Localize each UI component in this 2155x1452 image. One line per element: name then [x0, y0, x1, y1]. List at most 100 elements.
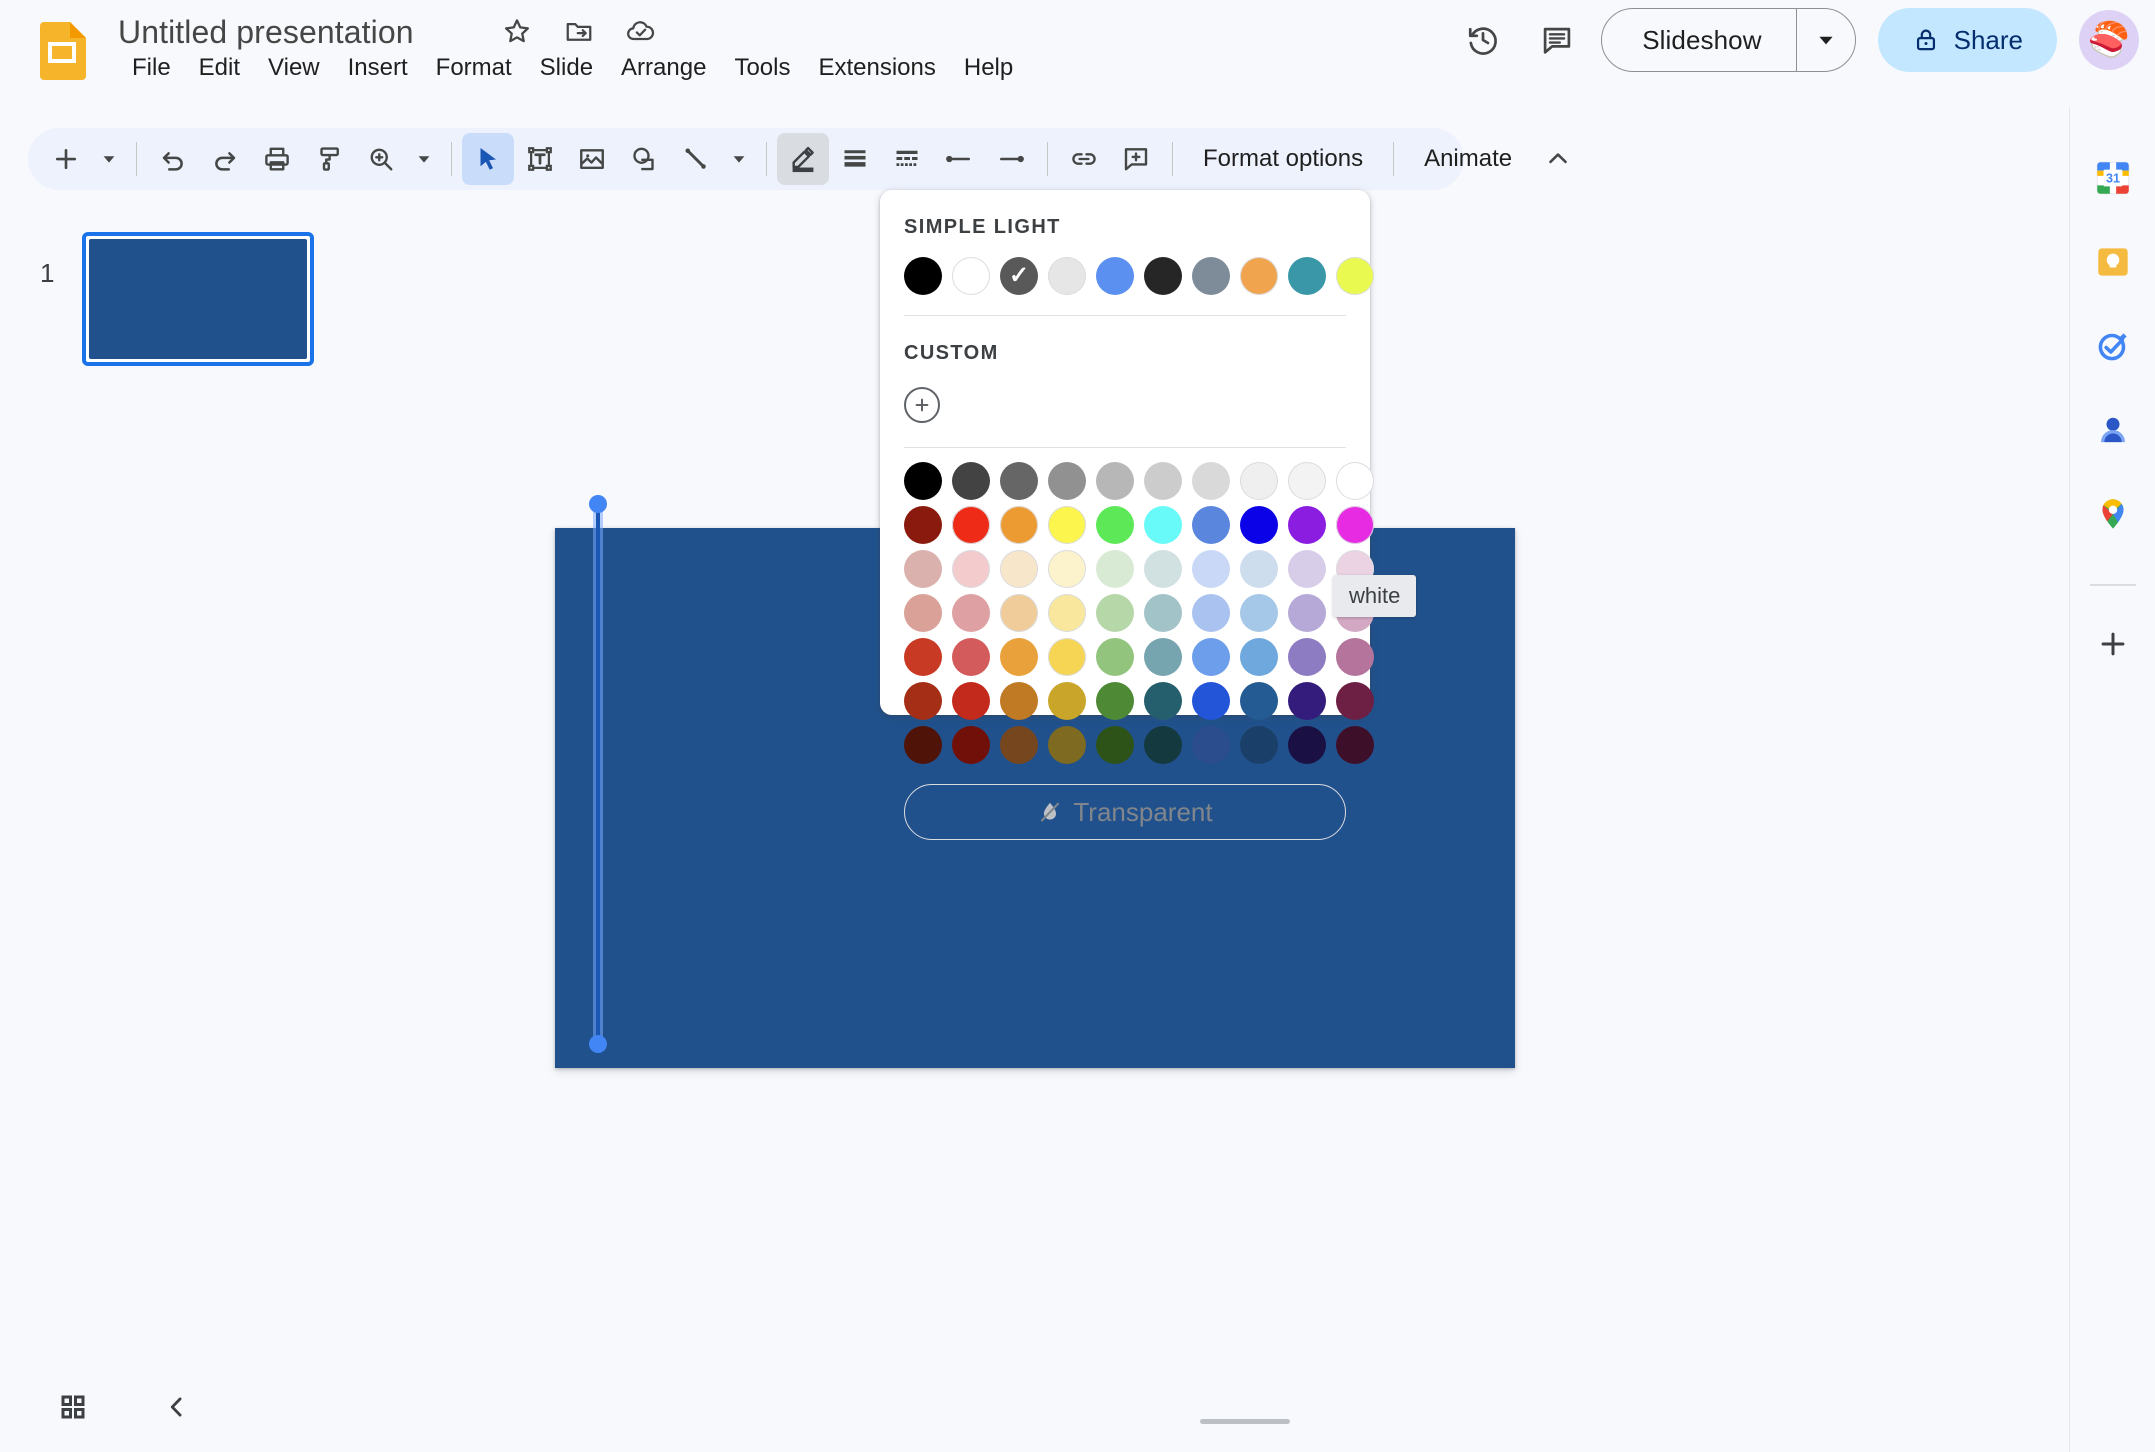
color-swatch-r1-c4[interactable]	[1096, 506, 1134, 544]
line-handle-bottom[interactable]	[589, 1035, 607, 1053]
color-swatch-r0-c4[interactable]	[1096, 462, 1134, 500]
color-swatch-r5-c2[interactable]	[1000, 682, 1038, 720]
paint-format-icon[interactable]	[303, 133, 355, 185]
version-history-icon[interactable]	[1453, 10, 1513, 70]
grid-view-icon[interactable]	[46, 1380, 100, 1434]
zoom-dropdown-icon[interactable]	[407, 133, 441, 185]
zoom-icon[interactable]	[355, 133, 407, 185]
color-swatch-r0-c3[interactable]	[1048, 462, 1086, 500]
theme-swatch-0[interactable]	[904, 257, 942, 295]
color-swatch-r2-c8[interactable]	[1288, 550, 1326, 588]
color-swatch-r5-c8[interactable]	[1288, 682, 1326, 720]
color-swatch-r5-c3[interactable]	[1048, 682, 1086, 720]
color-swatch-r2-c2[interactable]	[1000, 550, 1038, 588]
border-weight-icon[interactable]	[829, 133, 881, 185]
select-tool-icon[interactable]	[462, 133, 514, 185]
line-handle-top[interactable]	[589, 495, 607, 513]
filmstrip-slide-1[interactable]: 1	[40, 232, 314, 366]
collapse-filmstrip-icon[interactable]	[150, 1380, 204, 1434]
add-comment-icon[interactable]	[1110, 133, 1162, 185]
color-swatch-r0-c9[interactable]	[1336, 462, 1374, 500]
move-to-folder-icon[interactable]	[562, 14, 596, 48]
menu-file[interactable]: File	[118, 46, 185, 90]
transparent-button[interactable]: Transparent	[904, 784, 1346, 840]
color-swatch-r6-c2[interactable]	[1000, 726, 1038, 764]
panel-resize-handle[interactable]	[1200, 1419, 1290, 1424]
redo-icon[interactable]	[199, 133, 251, 185]
slide-thumbnail-selected[interactable]	[82, 232, 314, 366]
line-end-icon[interactable]	[985, 133, 1037, 185]
color-swatch-r6-c0[interactable]	[904, 726, 942, 764]
color-swatch-r4-c5[interactable]	[1144, 638, 1182, 676]
color-swatch-r1-c9[interactable]	[1336, 506, 1374, 544]
color-swatch-r4-c7[interactable]	[1240, 638, 1278, 676]
color-swatch-r0-c6[interactable]	[1192, 462, 1230, 500]
color-swatch-r3-c1[interactable]	[952, 594, 990, 632]
new-slide-icon[interactable]	[40, 133, 92, 185]
color-swatch-r1-c6[interactable]	[1192, 506, 1230, 544]
color-swatch-r2-c1[interactable]	[952, 550, 990, 588]
format-options-button[interactable]: Format options	[1183, 133, 1383, 185]
google-tasks-icon[interactable]	[2085, 318, 2141, 374]
google-maps-icon[interactable]	[2085, 486, 2141, 542]
color-swatch-r2-c6[interactable]	[1192, 550, 1230, 588]
color-swatch-r3-c2[interactable]	[1000, 594, 1038, 632]
textbox-icon[interactable]	[514, 133, 566, 185]
avatar[interactable]: 🍣	[2079, 10, 2139, 70]
color-swatch-r5-c4[interactable]	[1096, 682, 1134, 720]
color-swatch-r2-c3[interactable]	[1048, 550, 1086, 588]
color-swatch-r1-c5[interactable]	[1144, 506, 1182, 544]
color-swatch-r0-c7[interactable]	[1240, 462, 1278, 500]
color-swatch-r3-c3[interactable]	[1048, 594, 1086, 632]
star-icon[interactable]	[500, 14, 534, 48]
custom-color-add-icon[interactable]	[904, 387, 940, 423]
color-swatch-r4-c0[interactable]	[904, 638, 942, 676]
menu-arrange[interactable]: Arrange	[607, 46, 720, 90]
menu-format[interactable]: Format	[422, 46, 526, 90]
theme-swatch-8[interactable]	[1288, 257, 1326, 295]
color-swatch-r1-c0[interactable]	[904, 506, 942, 544]
color-swatch-r4-c6[interactable]	[1192, 638, 1230, 676]
color-swatch-r4-c3[interactable]	[1048, 638, 1086, 676]
color-swatch-r6-c3[interactable]	[1048, 726, 1086, 764]
insert-link-icon[interactable]	[1058, 133, 1110, 185]
color-swatch-r0-c8[interactable]	[1288, 462, 1326, 500]
color-swatch-r3-c8[interactable]	[1288, 594, 1326, 632]
shape-icon[interactable]	[618, 133, 670, 185]
theme-swatch-4[interactable]	[1096, 257, 1134, 295]
collapse-menus-icon[interactable]	[1532, 133, 1584, 185]
color-swatch-r1-c8[interactable]	[1288, 506, 1326, 544]
color-swatch-r1-c1[interactable]	[952, 506, 990, 544]
color-swatch-r1-c7[interactable]	[1240, 506, 1278, 544]
line-start-icon[interactable]	[933, 133, 985, 185]
cloud-saved-icon[interactable]	[624, 14, 658, 48]
undo-icon[interactable]	[147, 133, 199, 185]
google-keep-icon[interactable]	[2085, 234, 2141, 290]
color-swatch-r2-c4[interactable]	[1096, 550, 1134, 588]
theme-swatch-1[interactable]	[952, 257, 990, 295]
color-swatch-r3-c5[interactable]	[1144, 594, 1182, 632]
google-calendar-icon[interactable]: 31	[2085, 150, 2141, 206]
menu-edit[interactable]: Edit	[185, 46, 254, 90]
color-swatch-r5-c6[interactable]	[1192, 682, 1230, 720]
theme-swatch-5[interactable]	[1144, 257, 1182, 295]
color-swatch-r3-c6[interactable]	[1192, 594, 1230, 632]
add-on-plus-icon[interactable]	[2085, 616, 2141, 672]
color-swatch-r5-c7[interactable]	[1240, 682, 1278, 720]
color-swatch-r2-c7[interactable]	[1240, 550, 1278, 588]
color-swatch-r6-c8[interactable]	[1288, 726, 1326, 764]
color-swatch-r6-c5[interactable]	[1144, 726, 1182, 764]
insert-image-icon[interactable]	[566, 133, 618, 185]
color-swatch-r6-c7[interactable]	[1240, 726, 1278, 764]
color-swatch-r1-c3[interactable]	[1048, 506, 1086, 544]
menu-view[interactable]: View	[254, 46, 334, 90]
color-swatch-r3-c0[interactable]	[904, 594, 942, 632]
menu-insert[interactable]: Insert	[334, 46, 422, 90]
animate-button[interactable]: Animate	[1404, 133, 1532, 185]
color-swatch-r0-c2[interactable]	[1000, 462, 1038, 500]
color-swatch-r5-c5[interactable]	[1144, 682, 1182, 720]
menu-slide[interactable]: Slide	[526, 46, 607, 90]
color-swatch-r0-c5[interactable]	[1144, 462, 1182, 500]
border-dash-icon[interactable]	[881, 133, 933, 185]
share-button[interactable]: Share	[1877, 8, 2057, 72]
